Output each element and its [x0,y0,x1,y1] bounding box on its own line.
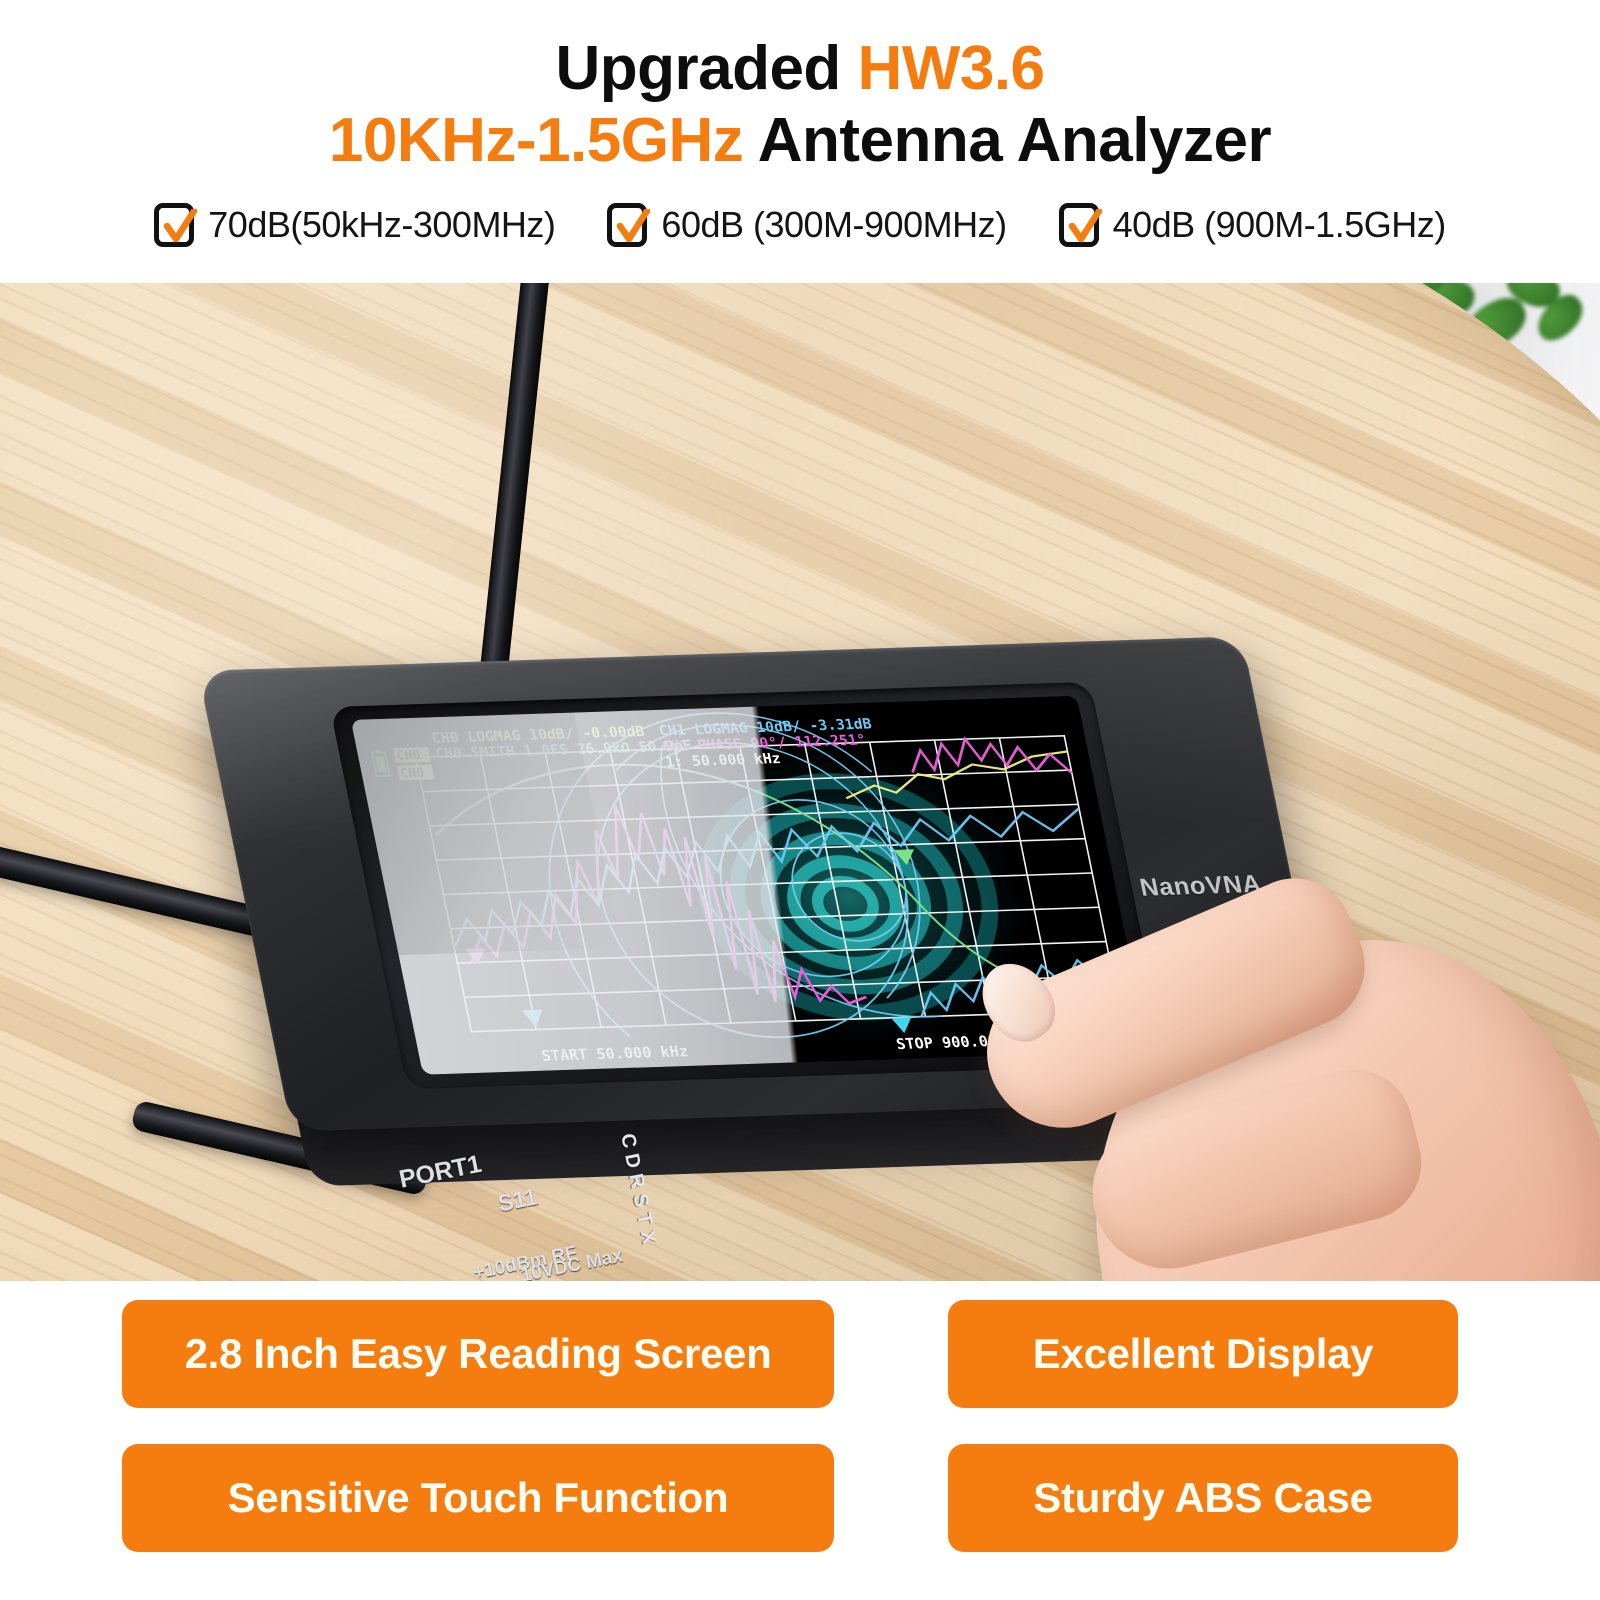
hand-touching-screen [930,643,1600,1281]
spec-check-label-1: 70dB(50kHz-300MHz) [208,204,556,245]
infographic-page: Upgraded HW3.6 10KHz-1.5GHz Antenna Anal… [0,0,1600,1600]
feature-button-touch[interactable]: Sensitive Touch Function [122,1444,834,1552]
headline-model: HW3.6 [857,34,1045,103]
checkmark-icon [164,209,198,243]
channel-badge-1: CH0 [399,766,426,781]
headline-line-2: 10KHz-1.5GHz Antenna Analyzer [0,110,1600,172]
spec-check-row: 70dB(50kHz-300MHz) 60dB (300M-900MHz) 40… [0,203,1600,247]
feature-button-screen-size[interactable]: 2.8 Inch Easy Reading Screen [122,1300,834,1408]
spec-check-label-2: 60dB (300M-900MHz) [661,204,1007,245]
feature-button-display[interactable]: Excellent Display [948,1300,1458,1408]
headline-product-type: Antenna Analyzer [743,106,1272,175]
checkbox-1 [154,203,198,247]
spec-check-item-1: 70dB(50kHz-300MHz) [154,203,556,247]
channel-badge-0: CH0 [396,748,423,763]
feature-button-group: 2.8 Inch Easy Reading Screen Sensitive T… [0,1300,1600,1600]
headline-line-1: Upgraded HW3.6 [0,38,1600,100]
checkbox-3 [1058,203,1102,247]
headline-frequency-range: 10KHz-1.5GHz [328,106,744,175]
checkmark-icon [1068,209,1102,243]
spec-check-item-2: 60dB (300M-900MHz) [607,203,1007,247]
label-s11: S11 [495,1183,540,1217]
spec-check-label-3: 40dB (900M-1.5GHz) [1112,204,1447,245]
checkbox-2 [607,203,651,247]
spec-check-item-3: 40dB (900M-1.5GHz) [1058,203,1447,247]
headline-prefix: Upgraded [555,34,858,103]
feature-button-case[interactable]: Sturdy ABS Case [948,1444,1458,1552]
product-photo: PORT1 S11 +10dBm RF 10VDC Max S21 PORT2 … [0,283,1600,1281]
page-title: Upgraded HW3.6 10KHz-1.5GHz Antenna Anal… [0,38,1600,172]
checkmark-icon [617,209,651,243]
